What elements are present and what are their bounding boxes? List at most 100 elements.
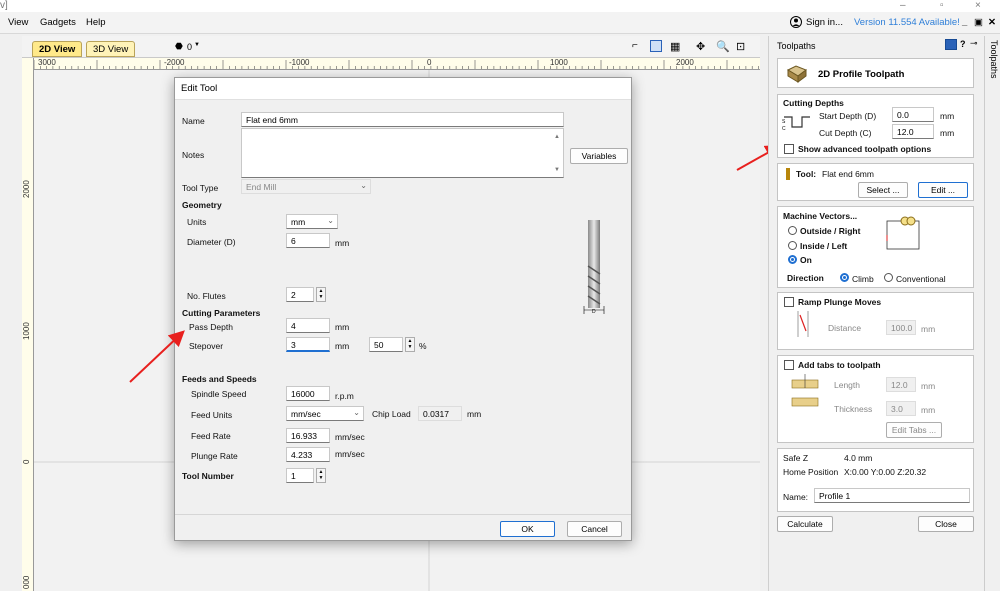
on-label: On — [800, 255, 812, 265]
ruler-label: 1000 — [550, 58, 568, 67]
distance-label: Distance — [828, 323, 862, 333]
panel-minimize-button[interactable]: _ — [962, 17, 967, 28]
menu-view[interactable]: View — [8, 17, 28, 28]
menu-gadgets[interactable]: Gadgets — [40, 17, 76, 28]
notes-textarea[interactable] — [241, 128, 564, 178]
layer-count[interactable]: 0 — [187, 42, 192, 52]
flutes-spinner[interactable]: ▲ ▼ — [316, 287, 326, 302]
select-tool-button[interactable]: Select ... — [858, 182, 908, 198]
units-select[interactable]: mm ⌄ — [286, 214, 338, 229]
edit-tool-dialog: Edit Tool Name Flat end 6mm Notes ▲ ▼ Va… — [174, 77, 632, 541]
start-depth-input[interactable]: 0.0 — [892, 107, 934, 122]
tabs-label: Add tabs to toolpath — [798, 360, 881, 370]
ruler-label: 3000 — [38, 58, 56, 67]
scroll-down-icon[interactable]: ▼ — [554, 167, 560, 173]
close-button[interactable]: Close — [918, 516, 974, 532]
flutes-input[interactable]: 2 — [286, 287, 314, 302]
grid-icon[interactable]: ▦ — [670, 40, 680, 53]
toolpaths-side-tab[interactable]: Toolpaths — [984, 36, 1000, 591]
tabs-checkbox[interactable] — [784, 360, 794, 370]
edit-tool-button[interactable]: Edit ... — [918, 182, 968, 198]
spindle-speed-unit: r.p.m — [335, 391, 354, 401]
tool-label: Tool: — [796, 169, 817, 179]
app-icon: v] — [0, 0, 8, 11]
plunge-rate-label: Plunge Rate — [191, 451, 238, 461]
menu-help[interactable]: Help — [86, 17, 106, 28]
tab-3d-view[interactable]: 3D View — [86, 41, 136, 57]
feed-units-label: Feed Units — [191, 410, 233, 420]
geometry-heading: Geometry — [182, 200, 222, 210]
panel-close-button[interactable]: ✕ — [988, 17, 996, 28]
variables-button[interactable]: Variables — [570, 148, 628, 164]
view-layout-icon[interactable] — [650, 40, 662, 52]
toolpath-title: 2D Profile Toolpath — [818, 69, 905, 80]
panel-restore-button[interactable]: ▣ — [974, 17, 983, 28]
thickness-input[interactable]: 3.0 — [886, 401, 916, 416]
tool-number-input[interactable]: 1 — [286, 468, 314, 483]
layers-icon[interactable]: ⬣ — [175, 41, 183, 52]
diameter-input[interactable]: 6 — [286, 233, 330, 248]
chevron-down-icon[interactable]: ▼ — [194, 42, 200, 48]
ruler-label: 000 — [22, 575, 31, 589]
chevron-down-icon: ⌄ — [327, 216, 334, 225]
ruler-label: 2000 — [676, 58, 694, 67]
conventional-radio[interactable] — [884, 273, 893, 282]
tabs-diagram-icon — [791, 374, 819, 407]
advanced-options-label: Show advanced toolpath options — [798, 144, 932, 154]
minimize-button[interactable]: – — [900, 0, 906, 11]
ramp-checkbox[interactable] — [784, 297, 794, 307]
scroll-up-icon[interactable]: ▲ — [554, 134, 560, 140]
tool-number-spinner[interactable]: ▲ ▼ — [316, 468, 326, 483]
spindle-speed-label: Spindle Speed — [191, 389, 247, 399]
feed-units-select[interactable]: mm/sec ⌄ — [286, 406, 364, 421]
pan-icon[interactable]: ✥ — [696, 40, 705, 53]
edit-tabs-button[interactable]: Edit Tabs ... — [886, 422, 942, 438]
plunge-rate-input[interactable]: 4.233 — [286, 447, 330, 462]
tool-type-select[interactable]: End Mill ⌄ — [241, 179, 371, 194]
cutting-depths-box: Cutting Depths SC Start Depth (D) 0.0 mm… — [777, 94, 974, 158]
restore-button[interactable]: ▫ — [940, 0, 944, 11]
stepover-spinner[interactable]: ▲ ▼ — [405, 337, 415, 352]
tool-name-input[interactable]: Flat end 6mm — [241, 112, 564, 127]
pin-icon[interactable]: ⊸ — [970, 38, 978, 49]
tab-2d-view[interactable]: 2D View — [32, 41, 83, 57]
snap-icon[interactable]: ⌐ — [632, 40, 638, 51]
climb-radio[interactable] — [840, 273, 849, 282]
advanced-options-checkbox[interactable] — [784, 144, 794, 154]
zoom-icon[interactable]: 🔍 — [716, 40, 730, 53]
feed-rate-input[interactable]: 16.933 — [286, 428, 330, 443]
toolpath-name-input[interactable]: Profile 1 — [814, 488, 970, 503]
distance-input[interactable]: 100.0 — [886, 320, 916, 335]
name-label: Name — [182, 116, 205, 126]
stepover-label: Stepover — [189, 341, 224, 351]
version-link[interactable]: Version 11.554 Available! — [854, 17, 960, 28]
conventional-label: Conventional — [896, 274, 946, 284]
cancel-button[interactable]: Cancel — [567, 521, 622, 537]
sign-in-link[interactable]: Sign in... — [806, 17, 843, 28]
machine-vectors-heading: Machine Vectors... — [783, 211, 858, 221]
tool-name: Flat end 6mm — [822, 169, 874, 179]
title-bar: v] – ▫ × — [0, 0, 1000, 12]
diameter-unit: mm — [335, 238, 350, 248]
help-icon[interactable]: ? — [960, 39, 966, 49]
units-label: Units — [187, 217, 207, 227]
spindle-speed-input[interactable]: 16000 — [286, 386, 330, 401]
ruler-label: 0 — [22, 459, 31, 464]
inside-left-radio[interactable] — [788, 241, 797, 250]
pass-depth-input[interactable]: 4 — [286, 318, 330, 333]
zoom-fit-icon[interactable]: ⊡ — [736, 40, 745, 53]
close-window-button[interactable]: × — [975, 0, 981, 11]
stepover-percent-input[interactable]: 50 — [369, 337, 403, 352]
cut-depth-input[interactable]: 12.0 — [892, 124, 934, 139]
home-position-value: X:0.00 Y:0.00 Z:20.32 — [844, 467, 927, 477]
ok-button[interactable]: OK — [500, 521, 555, 537]
calculate-button[interactable]: Calculate — [777, 516, 833, 532]
on-radio[interactable] — [788, 255, 797, 264]
tool-type-label: Tool Type — [182, 183, 219, 193]
ramp-box: Ramp Plunge Moves Distance 100.0 mm — [777, 292, 974, 350]
chip-load-unit: mm — [467, 409, 482, 419]
outside-right-radio[interactable] — [788, 226, 797, 235]
stepover-input[interactable]: 3 — [286, 337, 330, 352]
length-input[interactable]: 12.0 — [886, 377, 916, 392]
toolpath-list-icon[interactable] — [945, 39, 957, 50]
